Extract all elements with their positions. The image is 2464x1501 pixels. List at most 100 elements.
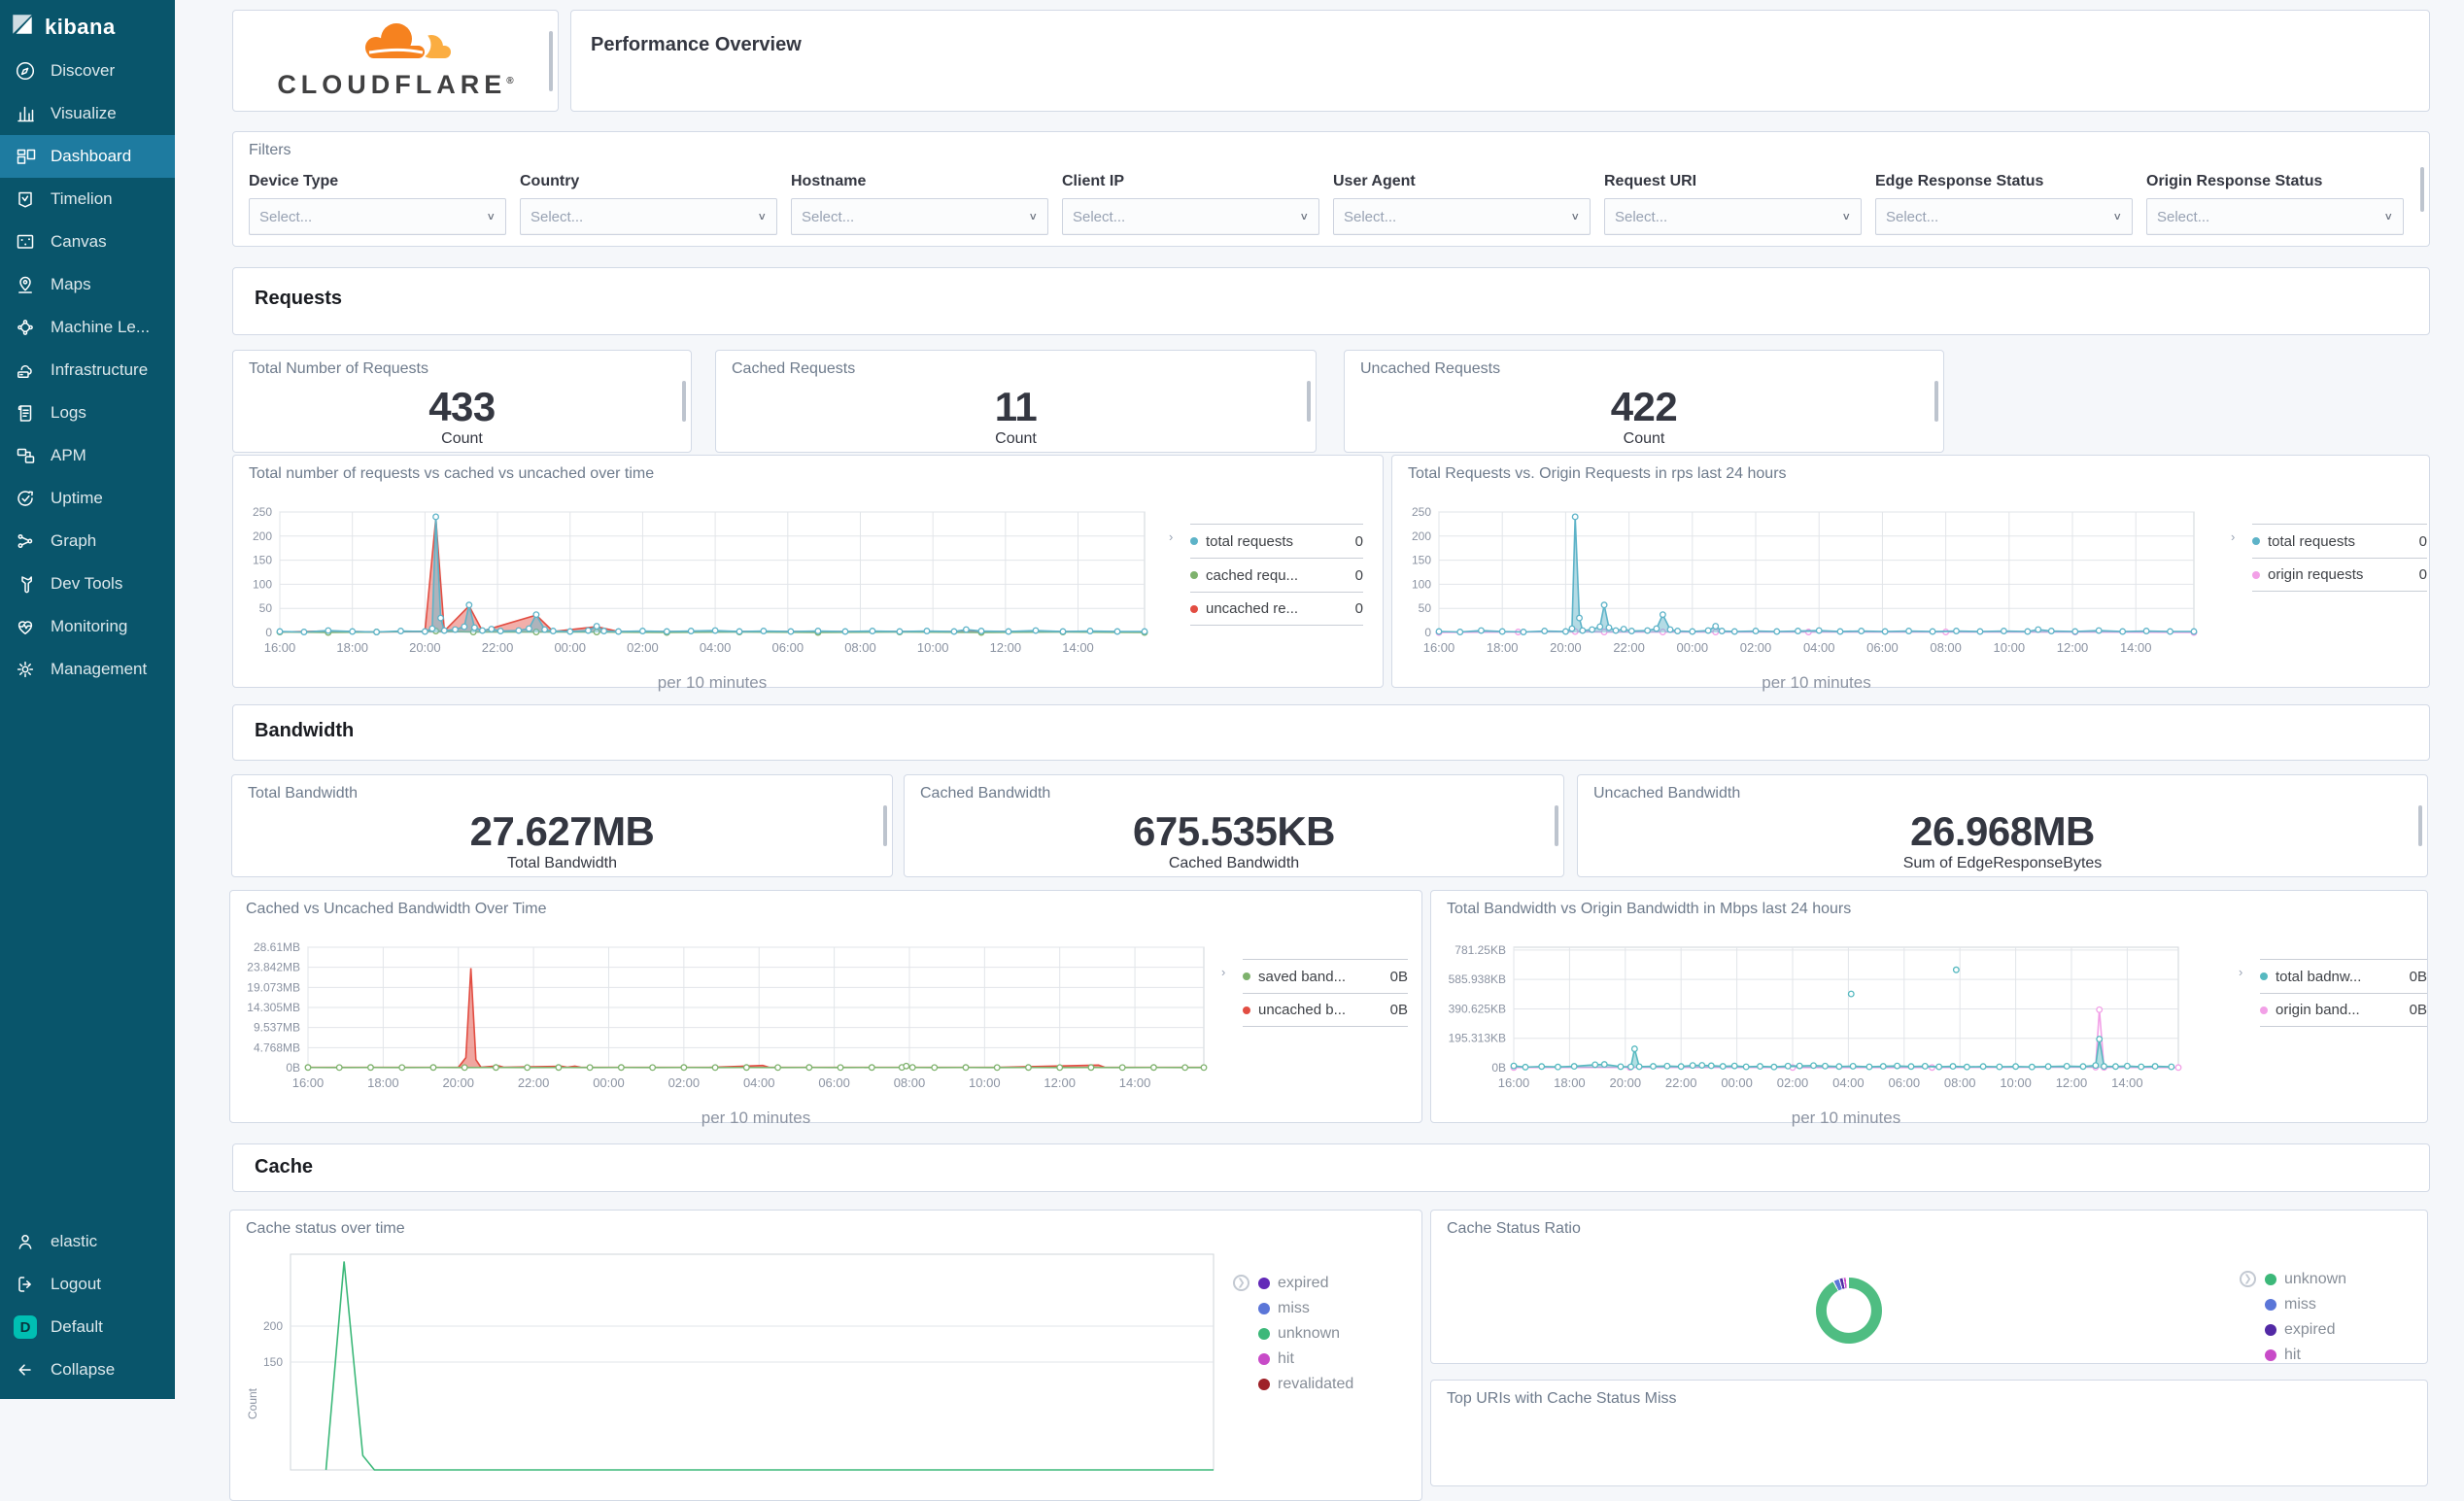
legend-item-hit[interactable]: hit: [1258, 1347, 1404, 1372]
svg-text:18:00: 18:00: [1554, 1075, 1586, 1090]
legend-label: unknown: [1278, 1325, 1404, 1343]
svg-text:4.768MB: 4.768MB: [254, 1040, 300, 1054]
filter-label: Device Type: [249, 173, 506, 190]
filter-field-request-uri: Request URI Select...∨: [1604, 173, 1862, 235]
sidebar-item-logs[interactable]: Logs: [0, 392, 175, 434]
sidebar-item-uptime[interactable]: Uptime: [0, 477, 175, 520]
filter-label: Edge Response Status: [1875, 173, 2133, 190]
legend-item-origin-band-[interactable]: origin band...0B: [2260, 993, 2427, 1027]
legend-color-dot: [2265, 1324, 2276, 1336]
sidebar-item-dev-tools[interactable]: Dev Tools: [0, 563, 175, 605]
kibana-logo[interactable]: kibana: [0, 0, 175, 50]
sidebar-item-discover[interactable]: Discover: [0, 50, 175, 92]
sidebar-item-canvas[interactable]: Canvas: [0, 221, 175, 263]
legend-item-expired[interactable]: expired: [1258, 1271, 1404, 1296]
panel-scroll-indicator[interactable]: [2420, 167, 2424, 212]
legend-item-unknown[interactable]: unknown: [2265, 1267, 2411, 1292]
sidebar-item-machine-le-[interactable]: Machine Le...: [0, 306, 175, 349]
legend-collapse-icon[interactable]: ›: [1169, 529, 1173, 544]
legend-item-hit[interactable]: hit: [2265, 1343, 2411, 1364]
legend-collapse-icon[interactable]: ›: [2239, 965, 2242, 979]
legend-label: total badnw...: [2276, 969, 2396, 985]
cloudflare-logo: CLOUDFLARE®: [233, 11, 558, 111]
svg-text:02:00: 02:00: [668, 1075, 701, 1090]
metric-sublabel: Count: [233, 430, 691, 448]
legend-item-total-requests[interactable]: total requests0: [1190, 524, 1363, 558]
legend-item-miss[interactable]: miss: [1258, 1296, 1404, 1321]
legend-item-cached-requ-[interactable]: cached requ...0: [1190, 558, 1363, 592]
legend-collapse-icon[interactable]: ›: [2231, 529, 2235, 544]
panel-scroll-indicator[interactable]: [1934, 381, 1938, 422]
sidebar-item-label: APM: [51, 446, 86, 465]
legend-item-saved-band-[interactable]: saved band...0B: [1243, 959, 1408, 993]
panel-scroll-indicator[interactable]: [682, 381, 686, 422]
legend-item-unknown[interactable]: unknown: [1258, 1321, 1404, 1347]
sidebar-item-management[interactable]: Management: [0, 648, 175, 691]
legend-item-uncached-re-[interactable]: uncached re...0: [1190, 592, 1363, 626]
sidebar-item-timelion[interactable]: Timelion: [0, 178, 175, 221]
arrow-left-icon: [14, 1358, 37, 1382]
svg-text:04:00: 04:00: [1803, 640, 1835, 655]
sidebar-item-infrastructure[interactable]: Infrastructure: [0, 349, 175, 392]
legend-collapse-icon[interactable]: ❯: [2240, 1271, 2256, 1287]
sidebar-footer-default[interactable]: DDefault: [0, 1306, 175, 1348]
chart-total-vs-origin-bandwidth: Total Bandwidth vs Origin Bandwidth in M…: [1430, 890, 2428, 1123]
requests-section-header: Requests: [232, 267, 2430, 335]
sidebar-item-graph[interactable]: Graph: [0, 520, 175, 563]
legend-item-revalidated[interactable]: revalidated: [1258, 1372, 1404, 1397]
dashboard-title: Performance Overview: [591, 34, 802, 56]
legend-item-miss[interactable]: miss: [2265, 1292, 2411, 1317]
sidebar-item-visualize[interactable]: Visualize: [0, 92, 175, 135]
panel-scroll-indicator[interactable]: [1555, 805, 1558, 846]
sidebar-footer-collapse[interactable]: Collapse: [0, 1348, 175, 1391]
panel-scroll-indicator[interactable]: [1307, 381, 1311, 422]
cloudflare-logo-panel: CLOUDFLARE®: [232, 10, 559, 112]
filter-select-client-ip[interactable]: Select...∨: [1062, 198, 1319, 235]
legend-item-uncached-b-[interactable]: uncached b...0B: [1243, 993, 1408, 1027]
svg-text:200: 200: [263, 1319, 283, 1333]
legend-item-expired[interactable]: expired: [2265, 1317, 2411, 1343]
cache-status-donut-chart[interactable]: [1816, 1278, 1882, 1344]
legend-color-dot: [1243, 972, 1250, 980]
legend-color-dot: [2252, 537, 2260, 545]
legend-item-origin-requests[interactable]: origin requests0: [2252, 558, 2427, 592]
filter-select-origin-response-status[interactable]: Select...∨: [2146, 198, 2404, 235]
filter-label: Request URI: [1604, 173, 1862, 190]
svg-text:50: 50: [1419, 601, 1432, 615]
sidebar-item-monitoring[interactable]: Monitoring: [0, 605, 175, 648]
filter-select-hostname[interactable]: Select...∨: [791, 198, 1048, 235]
filter-select-user-agent[interactable]: Select...∨: [1333, 198, 1591, 235]
svg-text:200: 200: [253, 529, 272, 543]
chart-requests-vs-origin: Total Requests vs. Origin Requests in rp…: [1391, 455, 2430, 688]
sidebar-footer-logout[interactable]: Logout: [0, 1263, 175, 1306]
legend-value: 0B: [2410, 969, 2427, 985]
sidebar-footer-elastic[interactable]: elastic: [0, 1220, 175, 1263]
sidebar-item-dashboard[interactable]: Dashboard: [0, 135, 175, 178]
panel-scroll-indicator[interactable]: [2418, 805, 2422, 846]
legend-value: 0: [2419, 533, 2427, 550]
chevron-down-icon: ∨: [1299, 211, 1309, 223]
legend-collapse-icon[interactable]: ❯: [1233, 1275, 1249, 1291]
space-default-badge: D: [14, 1315, 37, 1339]
legend-item-total-requests[interactable]: total requests0: [2252, 524, 2427, 558]
legend-value: 0B: [1390, 1002, 1408, 1018]
legend-label: hit: [2284, 1347, 2411, 1364]
panel-scroll-indicator[interactable]: [883, 805, 887, 846]
sidebar-item-maps[interactable]: Maps: [0, 263, 175, 306]
filter-select-country[interactable]: Select...∨: [520, 198, 777, 235]
filter-label: Client IP: [1062, 173, 1319, 190]
filter-select-edge-response-status[interactable]: Select...∨: [1875, 198, 2133, 235]
metric-sublabel: Sum of EdgeResponseBytes: [1578, 855, 2427, 872]
metric-title: Total Number of Requests: [249, 360, 428, 378]
sidebar-item-apm[interactable]: APM: [0, 434, 175, 477]
sidebar-item-label: Monitoring: [51, 617, 127, 636]
legend-label: uncached re...: [1206, 600, 1342, 617]
legend-item-total-badnw-[interactable]: total badnw... 0B: [2260, 959, 2427, 993]
legend-label: saved band...: [1258, 969, 1377, 985]
panel-scroll-indicator[interactable]: [549, 31, 553, 91]
filter-select-request-uri[interactable]: Select...∨: [1604, 198, 1862, 235]
svg-text:08:00: 08:00: [1944, 1075, 1976, 1090]
legend-collapse-icon[interactable]: ›: [1221, 965, 1225, 979]
top-uris-cache-miss-panel: Top URIs with Cache Status Miss: [1430, 1380, 2428, 1486]
filter-select-device-type[interactable]: Select...∨: [249, 198, 506, 235]
